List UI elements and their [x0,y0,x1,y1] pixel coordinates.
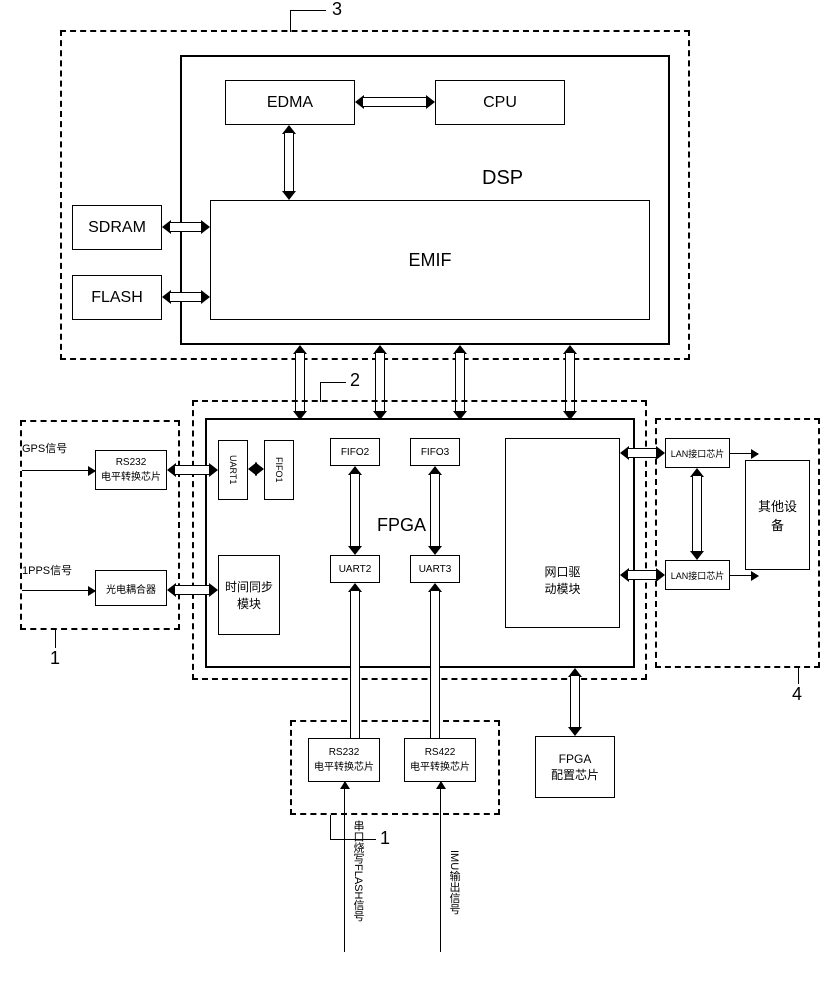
leader-4 [798,668,799,684]
num-4: 4 [792,684,802,705]
leader-1b [330,815,331,839]
cpu-label: CPU [483,94,517,112]
leader-3 [290,10,291,32]
edma-block: EDMA [225,80,355,125]
sdram-label: SDRAM [88,219,146,237]
pps-label: 1PPS信号 [22,562,72,578]
lan1-block: LAN接口芯片 [665,438,730,468]
arrow-imu-in [440,782,441,952]
opto-label: 光电耦合器 [106,581,156,596]
flash-block: FLASH [72,275,162,320]
num-3: 3 [332,0,342,20]
rs232-1-block: RS232 电平转换芯片 [95,450,167,490]
leader-2b [320,382,346,383]
other-block: 其他设备 [745,460,810,570]
edma-label: EDMA [267,94,313,112]
serial-flash-label: 串口烧写FLASH信号 [350,820,366,921]
arrow-rs232-uart1 [167,463,218,477]
uart2-label: UART2 [339,564,372,575]
fifo3-label: FIFO3 [421,447,449,458]
arrow-lan1-other [730,453,758,454]
fpga-label: FPGA [377,515,426,536]
uart1-label: UART1 [228,455,238,484]
emif-block: EMIF [210,200,650,320]
arrow-edma-emif [282,125,296,200]
rs232-1-label: RS232 电平转换芯片 [101,457,161,483]
arrow-lan1-lan2 [690,468,704,560]
arrow-serial-in [344,782,345,952]
num-2: 2 [350,370,360,391]
fpga-cfg-label: FPGA 配置芯片 [551,752,599,783]
fifo1-block: FIFO1 [264,440,294,500]
leader-2 [320,382,321,402]
arrow-netdrv-lan1 [620,446,665,460]
arrow-pps-in [22,590,95,591]
arrow-opto-timesync [167,583,218,597]
rs232-2-block: RS232 电平转换芯片 [308,738,380,782]
leader-1l [55,630,56,648]
time-sync-block: 时间同步模块 [218,555,280,635]
net-drv-block: 网口驱动模块 [505,438,620,628]
leader-3b [290,10,326,11]
num-1-bottom: 1 [380,828,390,849]
uart3-block: UART3 [410,555,460,583]
fifo2-label: FIFO2 [341,447,369,458]
net-drv-label: 网口驱动模块 [543,563,583,597]
arrow-fifo2-uart2 [348,466,362,555]
other-label: 其他设备 [758,496,798,534]
lan2-label: LAN接口芯片 [671,569,725,582]
arrow-netdrv-lan2 [620,568,665,582]
opto-block: 光电耦合器 [95,570,167,606]
arrow-uart1-fifo1 [248,462,264,476]
fifo1-label: FIFO1 [274,457,284,483]
fifo2-block: FIFO2 [330,438,380,466]
dsp-label: DSP [482,167,523,190]
uart3-label: UART3 [419,564,452,575]
time-sync-label: 时间同步模块 [224,578,274,612]
uart1-block: UART1 [218,440,248,500]
rs232-2-label: RS232 电平转换芯片 [314,747,374,773]
lan2-block: LAN接口芯片 [665,560,730,590]
arrow-lan2-other [730,575,758,576]
uart2-block: UART2 [330,555,380,583]
sdram-block: SDRAM [72,205,162,250]
arrow-edma-cpu [355,95,435,109]
fifo3-block: FIFO3 [410,438,460,466]
arrow-fpga-cfg [568,668,582,736]
arrow-fifo3-uart3 [428,466,442,555]
gps-label: GPS信号 [22,440,67,456]
arrow-rs232-uart2 [348,583,362,738]
arrow-gps-in [22,470,95,471]
flash-label: FLASH [91,289,143,307]
cpu-block: CPU [435,80,565,125]
emif-label: EMIF [409,250,452,271]
fpga-cfg-block: FPGA 配置芯片 [535,736,615,798]
imu-out-label: IMU输出信号 [446,850,462,914]
lan1-label: LAN接口芯片 [671,447,725,460]
num-1-left: 1 [50,648,60,669]
rs422-block: RS422 电平转换芯片 [404,738,476,782]
arrow-flash-emif [162,290,210,304]
rs422-label: RS422 电平转换芯片 [410,747,470,773]
arrow-rs422-uart3 [428,583,442,738]
arrow-sdram-emif [162,220,210,234]
